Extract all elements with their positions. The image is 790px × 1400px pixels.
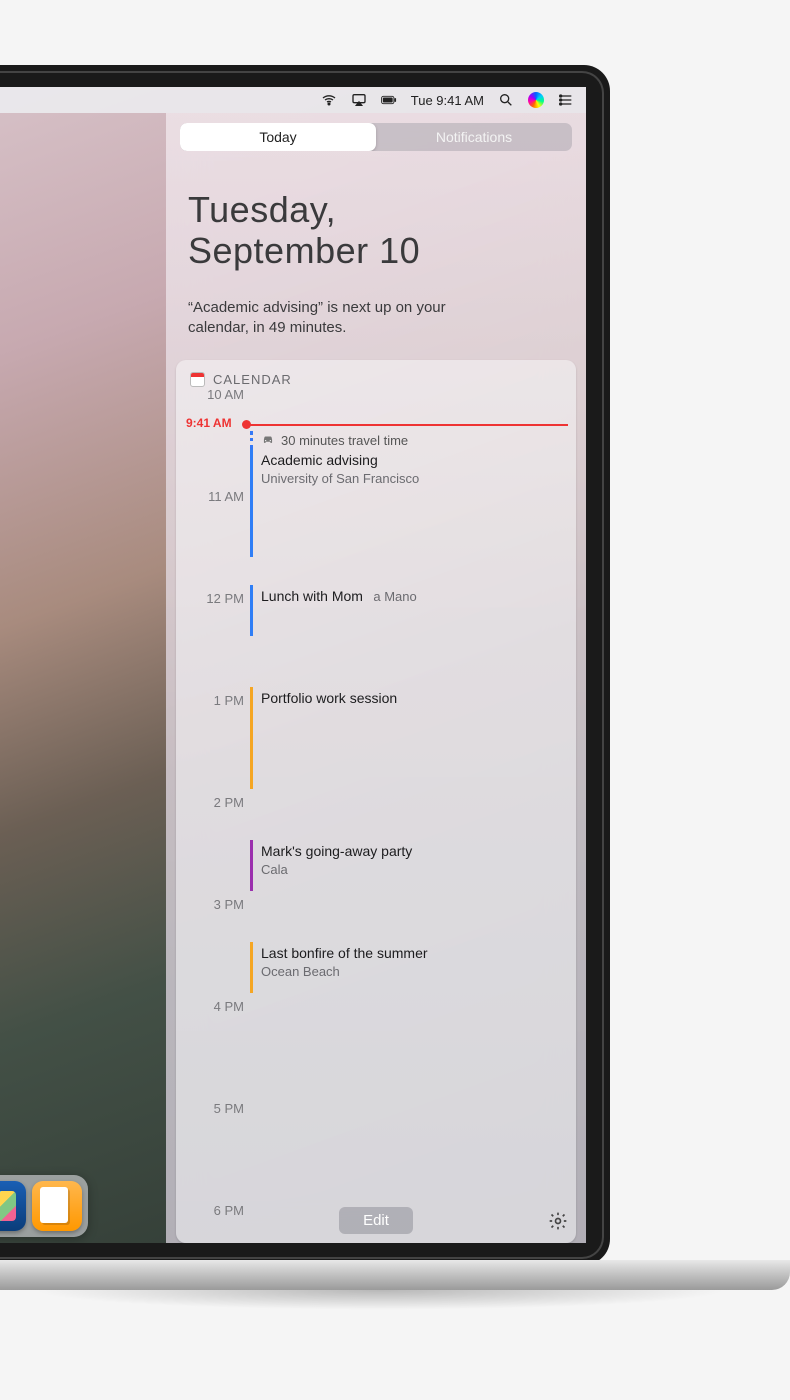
menu-bar: Tue 9:41 AM — [0, 87, 586, 113]
calendar-widget: CALENDAR 9:41 AM 10 AM 11 AM 12 PM 1 PM 2 PM… — [176, 360, 576, 1243]
battery-icon[interactable] — [381, 92, 397, 108]
screen-bezel: Tue 9:41 AM Today Notifications Tuesday,… — [0, 65, 610, 1265]
calendar-icon — [190, 372, 205, 387]
hour-label: 4 PM — [188, 999, 244, 1014]
wifi-icon[interactable] — [321, 92, 337, 108]
dock-app-pages[interactable] — [32, 1181, 82, 1231]
desktop-screen: Tue 9:41 AM Today Notifications Tuesday,… — [0, 87, 586, 1243]
event-subtitle: Cala — [261, 862, 288, 877]
date-line-2: September 10 — [188, 230, 564, 271]
tab-notifications[interactable]: Notifications — [376, 123, 572, 151]
travel-time[interactable]: 30 minutes travel time — [250, 431, 566, 449]
hour-label: 5 PM — [188, 1101, 244, 1116]
calendar-event[interactable]: Lunch with Mom a Mano — [250, 585, 566, 636]
date-line-1: Tuesday, — [188, 189, 564, 230]
hour-label: 10 AM — [188, 387, 244, 402]
dock — [0, 1175, 88, 1237]
today-header: Tuesday, September 10 “Academic advising… — [166, 151, 586, 338]
event-subtitle: Ocean Beach — [261, 964, 340, 979]
edit-button[interactable]: Edit — [339, 1207, 413, 1234]
hour-row: 5 PM — [250, 1109, 566, 1160]
event-title: Mark's going-away party — [261, 843, 412, 859]
hour-label: 3 PM — [188, 897, 244, 912]
hour-label: 1 PM — [188, 693, 244, 708]
event-title: Last bonfire of the summer — [261, 945, 428, 961]
laptop-frame: Tue 9:41 AM Today Notifications Tuesday,… — [0, 65, 610, 1265]
airplay-icon[interactable] — [351, 92, 367, 108]
tab-today[interactable]: Today — [180, 123, 376, 151]
gear-icon[interactable] — [548, 1211, 568, 1231]
widget-title: CALENDAR — [213, 372, 292, 387]
hour-row: 4 PM — [250, 1007, 566, 1058]
widget-footer: Edit — [166, 1197, 586, 1243]
siri-icon[interactable] — [528, 92, 544, 108]
calendar-event[interactable]: Last bonfire of the summer Ocean Beach — [250, 942, 566, 993]
menubar-clock[interactable]: Tue 9:41 AM — [411, 93, 484, 108]
event-subtitle: University of San Francisco — [261, 471, 419, 486]
hour-label: 12 PM — [188, 591, 244, 606]
spotlight-icon[interactable] — [498, 92, 514, 108]
up-next-summary: “Academic advising” is next up on your c… — [188, 298, 488, 339]
notification-center-panel: Today Notifications Tuesday, September 1… — [166, 113, 586, 1243]
travel-time-label: 30 minutes travel time — [281, 433, 408, 448]
event-title: Academic advising — [261, 452, 378, 468]
calendar-timeline[interactable]: 9:41 AM 10 AM11 AM12 PM1 PM2 PM3 PM4 PM5… — [176, 395, 576, 1007]
event-title: Lunch with Mom — [261, 588, 363, 604]
event-title: Portfolio work session — [261, 690, 397, 706]
event-subtitle: a Mano — [373, 589, 416, 604]
dock-app-keynote[interactable] — [0, 1181, 26, 1231]
notification-center-icon[interactable] — [558, 92, 574, 108]
tab-segmented-control: Today Notifications — [180, 123, 572, 151]
current-time-label: 9:41 AM — [186, 416, 232, 430]
calendar-event[interactable]: Mark's going-away party Cala — [250, 840, 566, 891]
calendar-event[interactable]: Academic advising University of San Franc… — [250, 449, 566, 557]
laptop-base — [0, 1260, 790, 1290]
hour-label: 11 AM — [188, 489, 244, 504]
hour-label: 2 PM — [188, 795, 244, 810]
calendar-event[interactable]: Portfolio work session — [250, 687, 566, 789]
